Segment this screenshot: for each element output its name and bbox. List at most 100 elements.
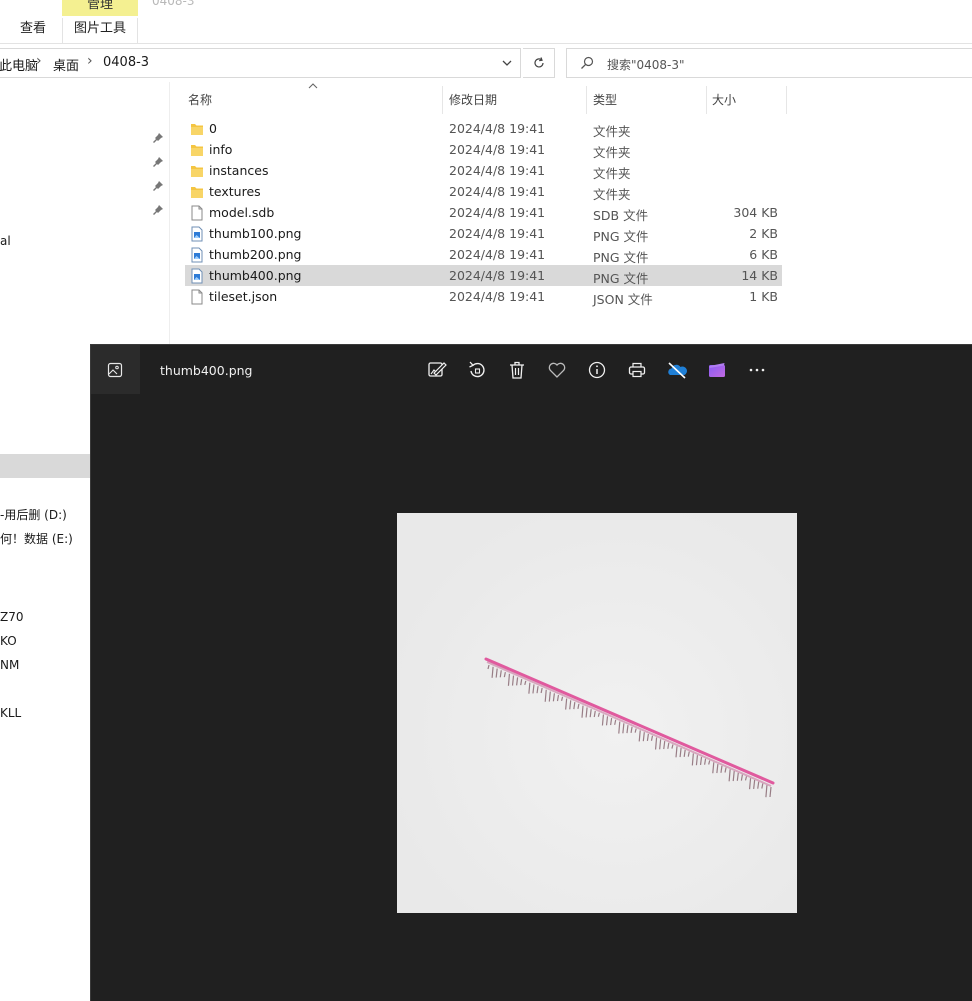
column-header-size[interactable]: 大小 [712,91,736,108]
file-modified-date: 2024/4/8 19:41 [449,247,546,262]
file-icon [190,289,204,305]
image-file-icon [190,268,204,284]
displayed-photo[interactable] [397,513,797,913]
file-name[interactable]: instances [209,163,268,178]
photos-app-icon [107,362,123,378]
file-modified-date: 2024/4/8 19:41 [449,121,546,136]
file-type: 文件夹 [593,124,631,139]
breadcrumb-desktop[interactable]: 桌面 [53,55,79,74]
file-type: PNG 文件 [593,229,649,244]
folder-icon [190,163,204,179]
file-modified-date: 2024/4/8 19:41 [449,142,546,157]
column-divider[interactable] [442,86,443,114]
delete-icon[interactable] [506,359,528,381]
nav-item[interactable]: KLL [0,706,21,720]
column-header-date[interactable]: 修改日期 [449,91,497,108]
folder-icon [190,142,204,158]
nav-item[interactable]: Z70 [0,610,24,624]
search-icon [581,56,594,69]
file-name[interactable]: thumb100.png [209,226,301,241]
file-modified-date: 2024/4/8 19:41 [449,226,546,241]
file-type: 文件夹 [593,145,631,160]
file-row[interactable]: tileset.json 2024/4/8 19:41 JSON 文件 1 KB [185,286,782,307]
more-icon[interactable] [746,359,768,381]
search-input[interactable]: 搜索"0408-3" [566,48,972,78]
chevron-right-icon[interactable]: › [36,53,42,69]
file-type: PNG 文件 [593,271,649,286]
file-name[interactable]: thumb400.png [209,268,301,283]
file-list: 名称 修改日期 类型 大小 0 2024/4/8 19:41 文件夹 info 2024… [171,82,972,344]
column-divider[interactable] [706,86,707,114]
manage-context-tab[interactable]: 管理 [62,0,138,16]
file-modified-date: 2024/4/8 19:41 [449,205,546,220]
clipchamp-icon[interactable] [706,359,728,381]
file-row[interactable]: info 2024/4/8 19:41 文件夹 [185,139,782,160]
breadcrumb-current-folder[interactable]: 0408-3 [103,55,149,70]
viewer-file-title: thumb400.png [160,363,253,378]
file-modified-date: 2024/4/8 19:41 [449,289,546,304]
file-name[interactable]: textures [209,184,261,199]
pin-icon[interactable] [152,132,164,144]
file-size: 14 KB [741,268,778,283]
column-header-name[interactable]: 名称 [188,91,212,108]
file-row[interactable]: 0 2024/4/8 19:41 文件夹 [185,118,782,139]
nav-item[interactable]: NM [0,658,19,672]
file-size: 1 KB [749,289,778,304]
nav-item[interactable]: KO [0,634,17,648]
refresh-icon [533,57,544,68]
tab-picture-tools[interactable]: 图片工具 [62,18,138,44]
refresh-button[interactable] [523,48,555,78]
favorite-icon[interactable] [546,359,568,381]
address-bar[interactable]: 此电脑 › 桌面 › 0408-3 [0,48,521,78]
file-type: 文件夹 [593,187,631,202]
nav-item-selected[interactable] [0,454,92,478]
breadcrumb-this-pc[interactable]: 此电脑 [0,55,38,74]
file-name[interactable]: 0 [209,121,217,136]
file-modified-date: 2024/4/8 19:41 [449,184,546,199]
file-modified-date: 2024/4/8 19:41 [449,163,546,178]
file-row[interactable]: instances 2024/4/8 19:41 文件夹 [185,160,782,181]
pin-icon[interactable] [152,180,164,192]
file-row-selected[interactable]: thumb400.png 2024/4/8 19:41 PNG 文件 14 KB [185,265,782,286]
file-row[interactable]: model.sdb 2024/4/8 19:41 SDB 文件 304 KB [185,202,782,223]
edit-image-icon[interactable] [426,359,448,381]
file-type: 文件夹 [593,166,631,181]
folder-icon [190,121,204,137]
ribbon: 管理 0408-3 查看 图片工具 [0,0,972,44]
pin-icon[interactable] [152,156,164,168]
address-row: 此电脑 › 桌面 › 0408-3 搜索"0408-3" [0,44,972,82]
search-placeholder: 搜索"0408-3" [607,58,685,72]
window-title: 0408-3 [152,0,195,8]
file-row[interactable]: thumb100.png 2024/4/8 19:41 PNG 文件 2 KB [185,223,782,244]
file-row[interactable]: thumb200.png 2024/4/8 19:41 PNG 文件 6 KB [185,244,782,265]
file-name[interactable]: thumb200.png [209,247,301,262]
column-header-type[interactable]: 类型 [593,91,617,108]
rotate-icon[interactable] [466,359,488,381]
file-type: PNG 文件 [593,250,649,265]
file-icon [190,205,204,221]
viewer-app-button[interactable] [91,345,140,394]
sort-ascending-icon[interactable] [308,82,318,90]
file-row[interactable]: textures 2024/4/8 19:41 文件夹 [185,181,782,202]
onedrive-icon[interactable] [666,359,688,381]
file-name[interactable]: tileset.json [209,289,277,304]
file-type: JSON 文件 [593,292,653,307]
file-modified-date: 2024/4/8 19:41 [449,268,546,283]
image-file-icon [190,247,204,263]
column-divider[interactable] [586,86,587,114]
pin-icon[interactable] [152,204,164,216]
chevron-right-icon[interactable]: › [87,53,93,69]
folder-icon [190,184,204,200]
chevron-down-icon[interactable] [498,54,516,72]
column-divider[interactable] [786,86,787,114]
info-icon[interactable] [586,359,608,381]
image-file-icon [190,226,204,242]
tab-view[interactable]: 查看 [8,18,58,44]
file-type: SDB 文件 [593,208,649,223]
nav-item-drive-e[interactable]: 何！数据 (E:) [0,530,73,547]
file-name[interactable]: info [209,142,232,157]
file-name[interactable]: model.sdb [209,205,274,220]
print-icon[interactable] [626,359,648,381]
nav-item-drive-d[interactable]: -用后删 (D:) [0,506,67,523]
nav-item[interactable]: al [0,234,11,248]
